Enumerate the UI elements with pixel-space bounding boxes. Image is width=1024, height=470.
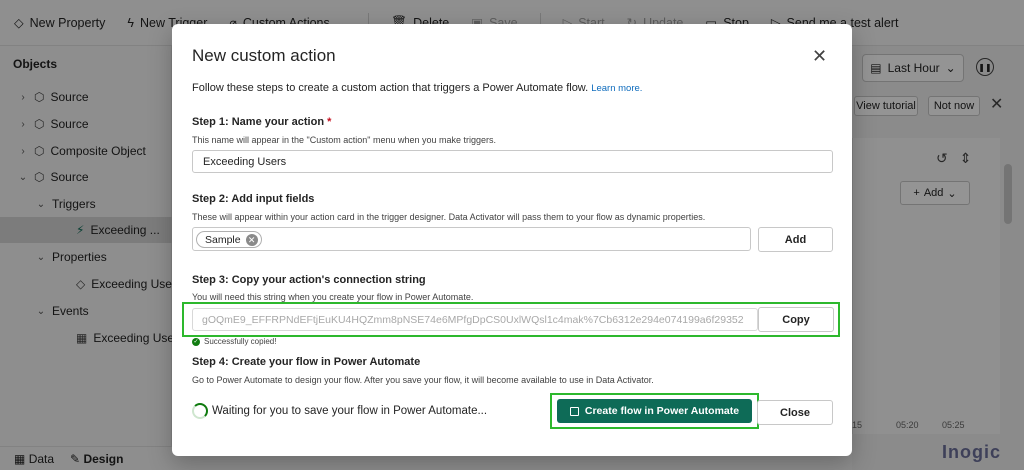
input-field-tag: Sample ✕: [196, 231, 262, 248]
create-flow-button[interactable]: Create flow in Power Automate: [557, 399, 752, 423]
close-icon[interactable]: ✕: [812, 46, 827, 67]
connection-string-field[interactable]: gOQmE9_EFFRPNdEFtjEuKU4HQZmm8pNSE74e6MPf…: [192, 308, 758, 331]
copy-button[interactable]: Copy: [758, 307, 834, 332]
create-flow-highlight: Create flow in Power Automate: [550, 393, 759, 429]
required-mark: *: [327, 116, 332, 128]
loading-spinner-icon: [192, 403, 208, 419]
dialog-intro: Follow these steps to create a custom ac…: [192, 82, 643, 94]
add-field-button[interactable]: Add: [758, 227, 833, 252]
step2-description: These will appear within your action car…: [192, 212, 706, 222]
remove-tag-icon[interactable]: ✕: [245, 233, 258, 246]
step1-title: Step 1: Name your action *: [192, 116, 332, 128]
step4-description: Go to Power Automate to design your flow…: [192, 375, 654, 385]
open-external-icon: [569, 406, 579, 416]
checkmark-icon: ✓: [192, 337, 200, 346]
copied-status: ✓ Successfully copied!: [192, 337, 277, 346]
input-fields-tag-input[interactable]: Sample ✕: [192, 227, 751, 251]
step3-title: Step 3: Copy your action's connection st…: [192, 274, 426, 286]
close-button[interactable]: Close: [757, 400, 833, 425]
action-name-input[interactable]: Exceeding Users: [192, 150, 833, 173]
new-custom-action-dialog: New custom action ✕ Follow these steps t…: [172, 24, 852, 456]
step4-title: Step 4: Create your flow in Power Automa…: [192, 356, 421, 368]
step3-description: You will need this string when you creat…: [192, 292, 474, 302]
connection-string-highlight: gOQmE9_EFFRPNdEFtjEuKU4HQZmm8pNSE74e6MPf…: [182, 302, 840, 337]
learn-more-link[interactable]: Learn more.: [591, 83, 642, 94]
step1-description: This name will appear in the "Custom act…: [192, 135, 497, 145]
dialog-title: New custom action: [192, 46, 336, 65]
waiting-status: Waiting for you to save your flow in Pow…: [212, 405, 488, 417]
step2-title: Step 2: Add input fields: [192, 193, 315, 205]
